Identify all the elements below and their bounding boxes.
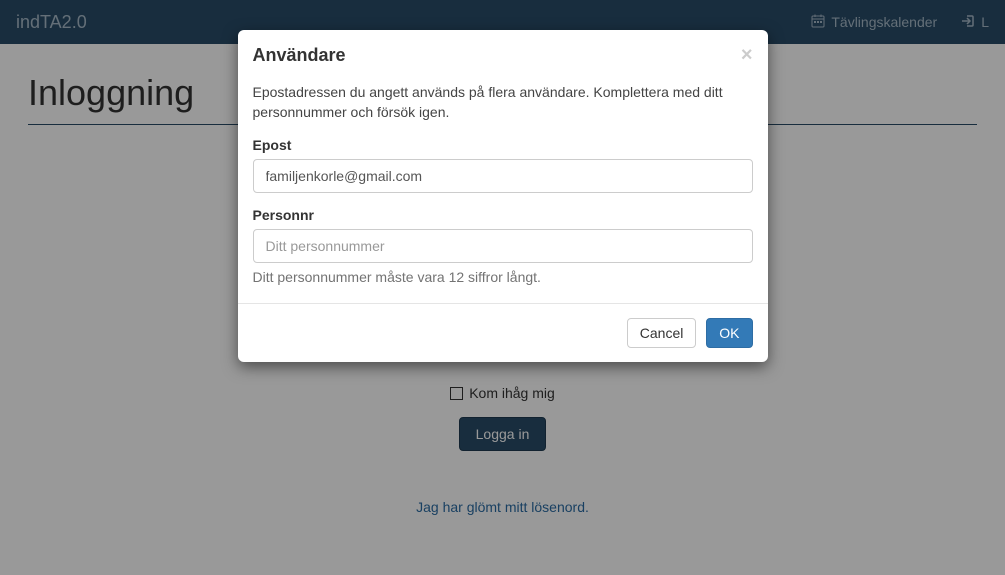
email-label: Epost (253, 137, 753, 153)
ok-button[interactable]: OK (706, 318, 752, 348)
modal-message: Epostadressen du angett används på flera… (253, 82, 753, 123)
cancel-button[interactable]: Cancel (627, 318, 697, 348)
close-icon[interactable]: × (741, 45, 753, 65)
email-input[interactable] (253, 159, 753, 193)
personnr-help: Ditt personnummer måste vara 12 siffror … (253, 269, 753, 285)
personnr-input[interactable] (253, 229, 753, 263)
personnr-label: Personnr (253, 207, 753, 223)
user-modal: Användare × Epostadressen du angett anvä… (238, 30, 768, 362)
modal-title: Användare (253, 45, 346, 66)
